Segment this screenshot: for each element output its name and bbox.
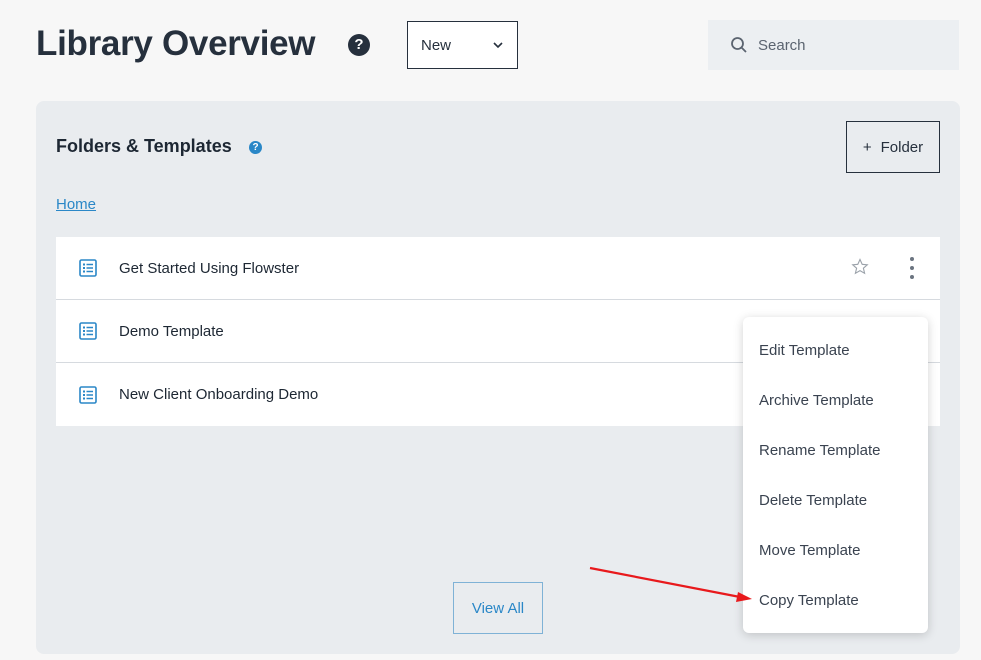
add-folder-label: Folder: [880, 138, 924, 156]
template-list-icon: [79, 385, 97, 404]
search-icon: [731, 37, 747, 53]
panel-help-icon[interactable]: ?: [249, 141, 262, 154]
template-list-icon: [79, 322, 97, 340]
template-name: New Client Onboarding Demo: [119, 386, 319, 403]
template-name: Get Started Using Flowster: [119, 259, 300, 277]
more-options-icon[interactable]: [908, 257, 916, 279]
template-name: Demo Template: [119, 322, 224, 340]
menu-item-delete-template[interactable]: Delete Template: [743, 475, 928, 525]
template-context-menu: Edit Template Archive Template Rename Te…: [743, 317, 928, 633]
page-title: Library Overview: [36, 24, 316, 63]
template-row[interactable]: Get Started Using Flowster: [56, 237, 940, 300]
search-input[interactable]: [758, 36, 928, 54]
template-list-icon: [79, 259, 97, 277]
menu-item-archive-template[interactable]: Archive Template: [743, 375, 928, 425]
new-dropdown-label: New: [421, 36, 452, 54]
new-dropdown[interactable]: New: [407, 21, 518, 69]
breadcrumb-home[interactable]: Home: [56, 196, 96, 213]
help-icon[interactable]: ?: [348, 34, 370, 56]
menu-item-move-template[interactable]: Move Template: [743, 525, 928, 575]
panel-title: Folders & Templates: [56, 136, 232, 156]
star-icon[interactable]: [851, 258, 869, 276]
menu-item-rename-template[interactable]: Rename Template: [743, 425, 928, 475]
menu-item-edit-template[interactable]: Edit Template: [743, 325, 928, 375]
add-folder-button[interactable]: + Folder: [846, 121, 940, 173]
plus-icon: +: [862, 138, 872, 156]
menu-item-copy-template[interactable]: Copy Template: [743, 575, 928, 625]
view-all-button[interactable]: View All: [453, 582, 543, 634]
chevron-down-icon: [493, 42, 503, 49]
search-box[interactable]: [708, 20, 959, 70]
